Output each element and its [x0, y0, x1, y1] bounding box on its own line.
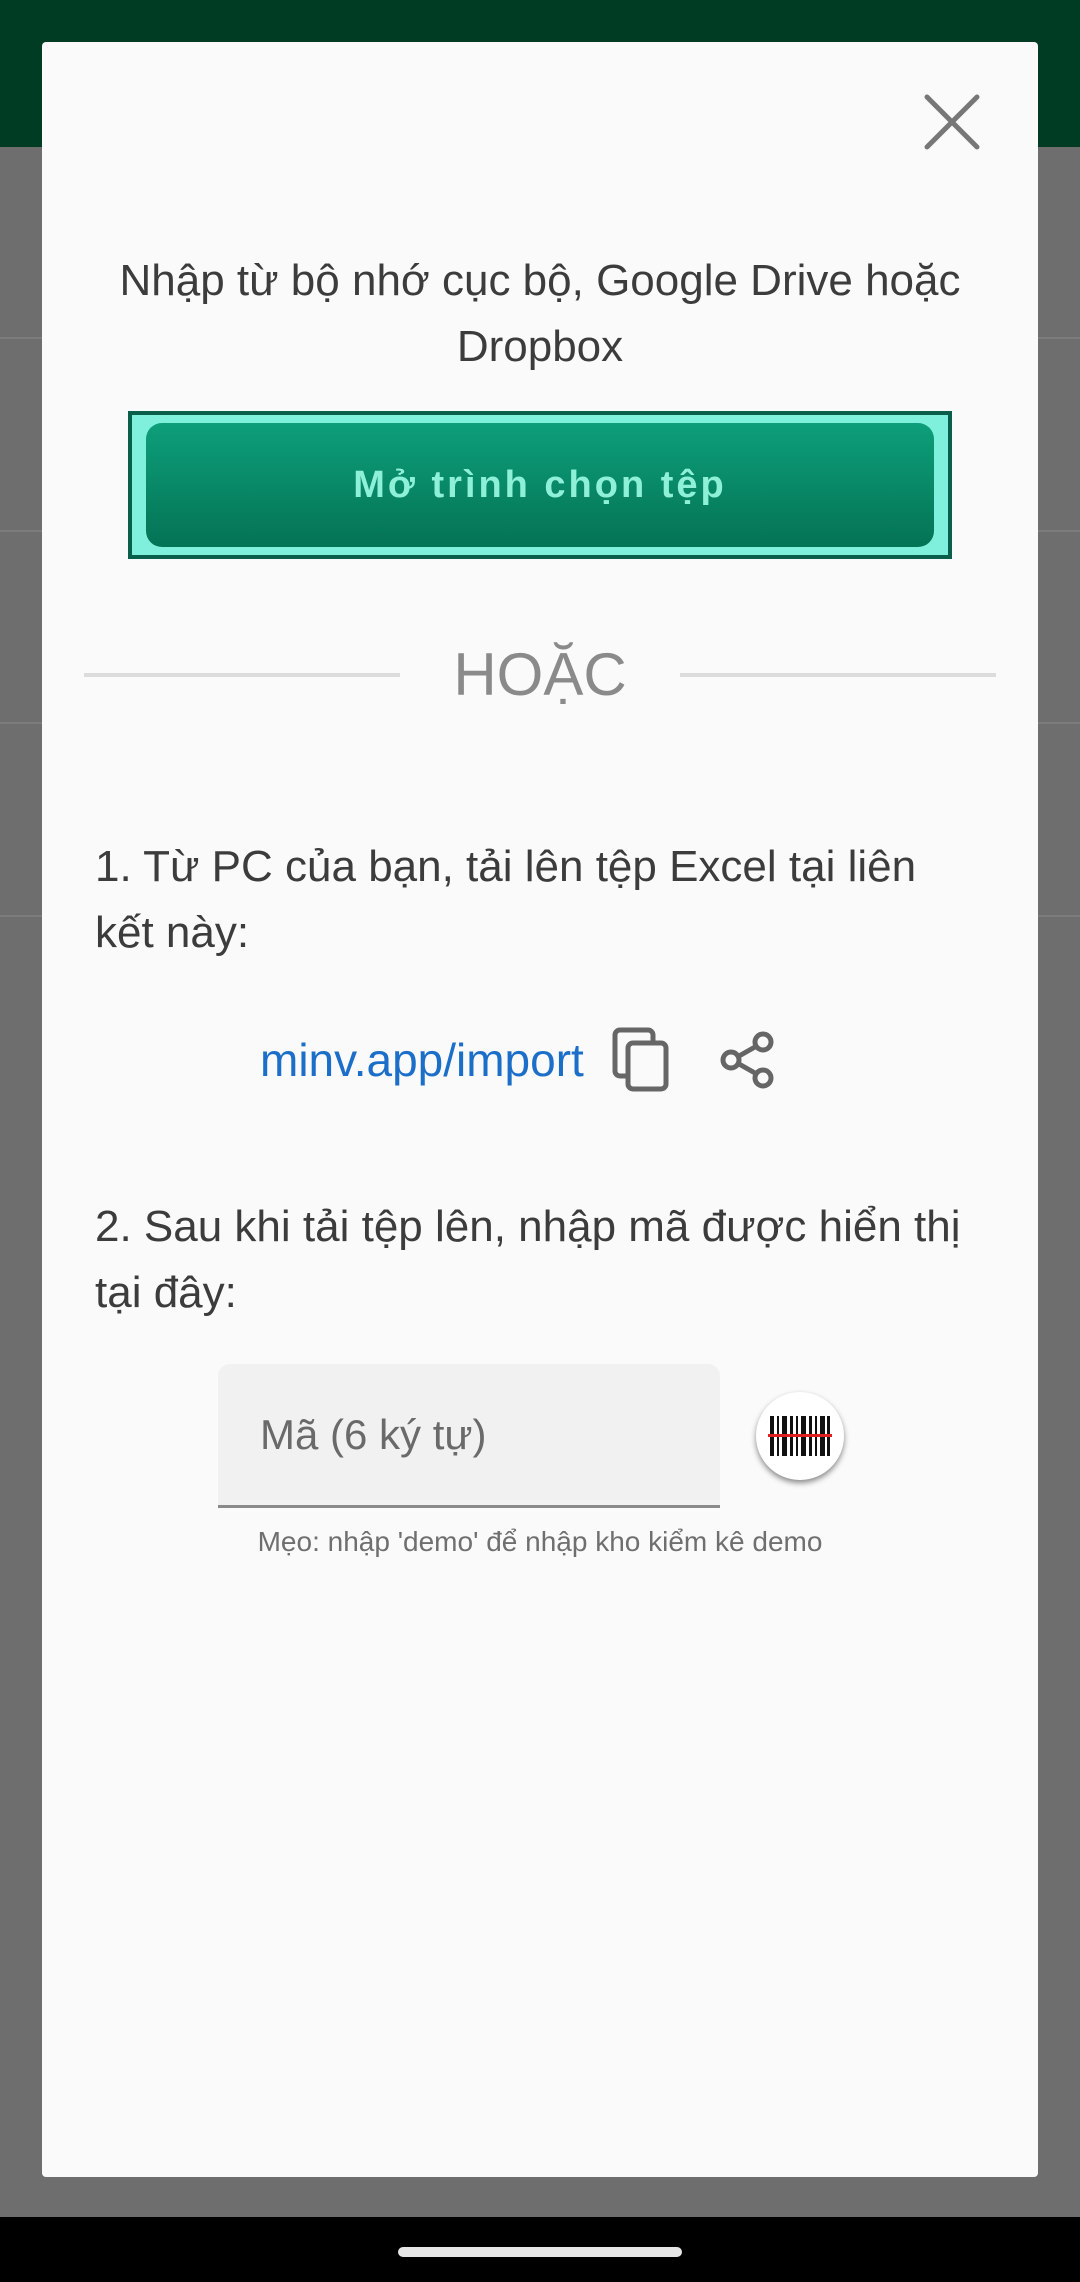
- open-file-picker-label: Mở trình chọn tệp: [353, 463, 727, 506]
- import-link-row: minv.app/import: [260, 1020, 776, 1100]
- copy-button[interactable]: [612, 1027, 670, 1093]
- barcode-scan-icon: [768, 1416, 832, 1456]
- code-field[interactable]: [218, 1364, 720, 1508]
- scan-barcode-button[interactable]: [756, 1392, 844, 1480]
- tip-text: Mẹo: nhập 'demo' để nhập kho kiểm kê dem…: [257, 1526, 823, 1557]
- or-separator: HOẶC: [84, 640, 996, 710]
- close-icon: [924, 94, 980, 150]
- home-indicator[interactable]: [398, 2247, 682, 2257]
- code-input[interactable]: [218, 1364, 720, 1505]
- step1-text: 1. Từ PC của bạn, tải lên tệp Excel tại …: [95, 842, 917, 957]
- or-label: HOẶC: [453, 641, 627, 708]
- step2-text: 2. Sau khi tải tệp lên, nhập mã được hiể…: [95, 1202, 961, 1317]
- copy-icon: [612, 1027, 669, 1092]
- share-icon: [720, 1031, 774, 1089]
- import-link[interactable]: minv.app/import: [260, 1033, 584, 1087]
- share-button[interactable]: [718, 1031, 776, 1089]
- close-button[interactable]: [913, 83, 991, 161]
- intro-text: Nhập từ bộ nhớ cục bộ, Google Drive hoặc…: [119, 256, 961, 371]
- open-file-picker-button[interactable]: Mở trình chọn tệp: [146, 423, 934, 547]
